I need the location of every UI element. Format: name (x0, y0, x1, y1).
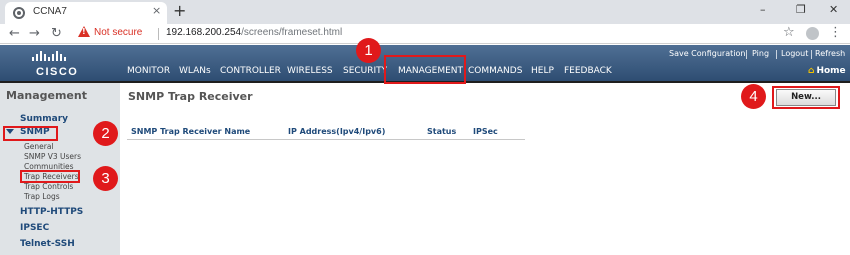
nav-wireless[interactable]: WIRELESS (287, 66, 333, 76)
sidebar-subitem-trap-logs[interactable]: Trap Logs (24, 192, 60, 201)
highlight-box-new-button (772, 86, 840, 109)
logout-link[interactable]: Logout (781, 49, 808, 58)
browser-menu-icon[interactable]: ⋮ (829, 25, 842, 40)
annotation-badge-2: 2 (93, 121, 118, 146)
column-header-status: Status (427, 127, 457, 136)
nav-feedback[interactable]: FEEDBACK (564, 66, 612, 76)
page-title: SNMP Trap Receiver (128, 90, 253, 103)
minimize-icon[interactable]: – (760, 3, 766, 16)
nav-monitor[interactable]: MONITOR (127, 66, 170, 76)
url-text[interactable]: 192.168.200.254/screens/frameset.html (166, 27, 342, 38)
divider (746, 50, 747, 59)
close-tab-icon[interactable]: × (152, 4, 161, 17)
divider (811, 50, 812, 59)
sidebar-subitem-trap-controls[interactable]: Trap Controls (24, 182, 73, 191)
refresh-link[interactable]: Refresh (815, 49, 845, 58)
sidebar-title: Management (6, 89, 87, 102)
bookmark-star-icon[interactable]: ☆ (783, 25, 795, 40)
highlight-box-trap-receivers (20, 170, 80, 183)
sidebar-item-ipsec[interactable]: IPSEC (20, 223, 49, 233)
close-window-icon[interactable]: ✕ (829, 3, 838, 16)
annotation-badge-4: 4 (741, 84, 766, 109)
home-icon: ⌂ (808, 66, 815, 76)
sidebar-subitem-snmp-v3-users[interactable]: SNMP V3 Users (24, 152, 81, 161)
save-configuration-link[interactable]: Save Configuration (669, 49, 745, 58)
url-host: 192.168.200.254 (166, 27, 242, 38)
browser-tab[interactable]: CCNA7 × (5, 2, 167, 24)
address-toolbar: ← → ↻ ! Not secure 192.168.200.254/scree… (0, 24, 850, 44)
annotation-badge-1: 1 (356, 38, 381, 63)
nav-commands[interactable]: COMMANDS (468, 66, 522, 76)
sidebar-item-telnet-ssh[interactable]: Telnet-SSH (20, 239, 75, 249)
nav-controller[interactable]: CONTROLLER (220, 66, 281, 76)
reload-icon[interactable]: ↻ (51, 26, 62, 41)
sidebar-item-http-https[interactable]: HTTP-HTTPS (20, 207, 83, 217)
ping-link[interactable]: Ping (752, 49, 769, 58)
divider (776, 50, 777, 59)
nav-help[interactable]: HELP (531, 66, 554, 76)
restore-icon[interactable]: ❐ (796, 3, 806, 16)
cisco-logo-text: CISCO (36, 66, 79, 78)
not-secure-label[interactable]: Not secure (94, 27, 142, 38)
address-bar[interactable]: ! Not secure 192.168.200.254/screens/fra… (72, 25, 762, 43)
back-icon[interactable]: ← (9, 26, 20, 41)
tab-title: CCNA7 (33, 6, 67, 17)
profile-avatar[interactable] (806, 27, 819, 40)
highlight-box-snmp (3, 126, 58, 141)
column-header-ip-address: IP Address(Ipv4/Ipv6) (288, 127, 386, 136)
divider (158, 28, 159, 40)
forward-icon[interactable]: → (29, 26, 40, 41)
table-header-divider (127, 139, 525, 140)
home-link[interactable]: ⌂ Home (808, 66, 846, 76)
highlight-box-management (384, 55, 466, 84)
globe-icon (13, 7, 25, 19)
home-label: Home (816, 66, 846, 76)
url-path: /screens/frameset.html (241, 27, 343, 38)
new-tab-icon[interactable]: + (173, 1, 186, 20)
column-header-ipsec: IPSec (473, 127, 498, 136)
nav-wlans[interactable]: WLANs (179, 66, 211, 76)
sidebar-subitem-general[interactable]: General (24, 142, 54, 151)
nav-security[interactable]: SECURITY (343, 66, 387, 76)
sidebar-item-summary[interactable]: Summary (20, 114, 68, 124)
browser-tab-strip: CCNA7 × + – ❐ ✕ (0, 0, 850, 24)
column-header-name: SNMP Trap Receiver Name (131, 127, 251, 136)
warning-icon-mark: ! (82, 27, 86, 36)
annotation-badge-3: 3 (93, 166, 118, 191)
